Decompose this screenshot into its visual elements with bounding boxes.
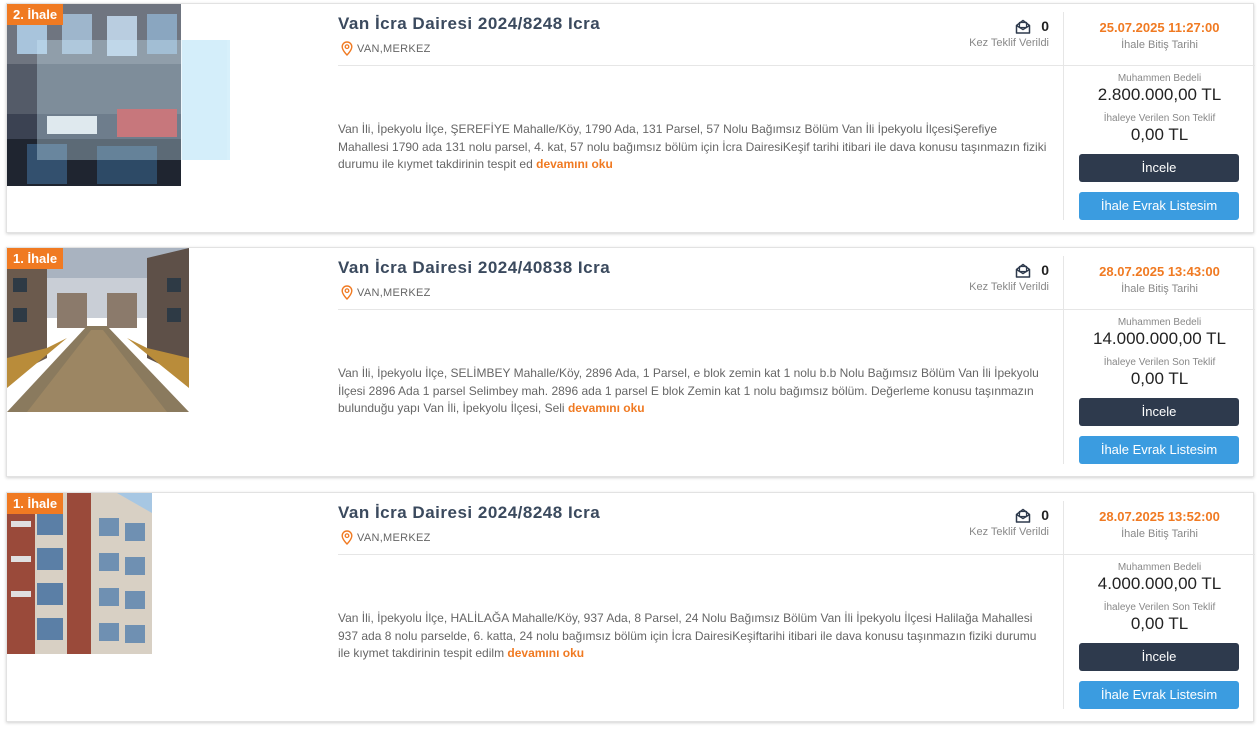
location-pin-icon	[341, 285, 353, 300]
listing-location: VAN,MERKEZ	[340, 41, 431, 56]
offer-count: 0	[1041, 262, 1049, 278]
last-offer-value: 0,00 TL	[1130, 614, 1189, 633]
estimated-value-label: Muhammen Bedeli	[1117, 73, 1202, 84]
listing-description: Van İli, İpekyolu İlçe, SELİMBEY Mahalle…	[338, 365, 1050, 418]
description-text: Van İli, İpekyolu İlçe, SELİMBEY Mahalle…	[338, 366, 1039, 415]
auction-end-date: 25.07.2025 11:27:00	[1099, 20, 1220, 35]
estimated-value: 4.000.000,00 TL	[1097, 574, 1222, 593]
auction-round-badge: 2. İhale	[7, 4, 64, 25]
offer-count-label: Kez Teklif Verildi	[969, 37, 1049, 49]
listing-card: 1. İhale Van İcra Dairesi 2024/8248 Icra…	[6, 492, 1255, 722]
estimated-value-label: Muhammen Bedeli	[1117, 562, 1202, 573]
read-more-link[interactable]: devamını oku	[507, 646, 584, 660]
location-text: VAN,MERKEZ	[357, 42, 431, 55]
last-offer-label: İhaleye Verilen Son Teklif	[1103, 602, 1216, 613]
location-pin-icon	[341, 41, 353, 56]
read-more-link[interactable]: devamını oku	[536, 157, 613, 171]
listing-location: VAN,MERKEZ	[340, 530, 431, 545]
listing-photo[interactable]: 1. İhale	[7, 248, 189, 412]
location-text: VAN,MERKEZ	[357, 531, 431, 544]
listing-photo[interactable]: 1. İhale	[7, 493, 152, 654]
offer-counter: 0 Kez Teklif Verildi	[947, 18, 1049, 49]
auction-end-date-label: İhale Bitiş Tarihi	[1121, 39, 1198, 51]
inspect-button[interactable]: İncele	[1079, 154, 1239, 182]
divider	[338, 309, 1063, 310]
auction-documents-button[interactable]: İhale Evrak Listesim	[1079, 681, 1239, 709]
divider	[1064, 554, 1255, 555]
auction-end-date-label: İhale Bitiş Tarihi	[1121, 528, 1198, 540]
estimated-value: 14.000.000,00 TL	[1093, 329, 1226, 348]
listing-card: 1. İhale Van İcra Dairesi 2024/40838 Icr…	[6, 247, 1255, 477]
offer-counter: 0 Kez Teklif Verildi	[947, 262, 1049, 293]
auction-end-date: 28.07.2025 13:52:00	[1099, 509, 1220, 524]
listing-location: VAN,MERKEZ	[340, 285, 431, 300]
listing-title[interactable]: Van İcra Dairesi 2024/8248 Icra	[338, 503, 600, 523]
inspect-button[interactable]: İncele	[1079, 643, 1239, 671]
last-offer-label: İhaleye Verilen Son Teklif	[1103, 113, 1216, 124]
building-photo	[7, 4, 230, 186]
offer-count-label: Kez Teklif Verildi	[969, 526, 1049, 538]
last-offer-value: 0,00 TL	[1130, 125, 1189, 144]
listing-description: Van İli, İpekyolu İlçe, HALİLAĞA Mahalle…	[338, 610, 1050, 663]
offer-count: 0	[1041, 507, 1049, 523]
offer-counter: 0 Kez Teklif Verildi	[947, 507, 1049, 538]
listing-title[interactable]: Van İcra Dairesi 2024/8248 Icra	[338, 14, 600, 34]
location-pin-icon	[341, 530, 353, 545]
listing-title[interactable]: Van İcra Dairesi 2024/40838 Icra	[338, 258, 610, 278]
offer-count: 0	[1041, 18, 1049, 34]
divider	[338, 65, 1063, 66]
auction-end-date: 28.07.2025 13:43:00	[1099, 264, 1220, 279]
auction-documents-button[interactable]: İhale Evrak Listesim	[1079, 192, 1239, 220]
location-text: VAN,MERKEZ	[357, 286, 431, 299]
read-more-link[interactable]: devamını oku	[568, 401, 645, 415]
listing-photo[interactable]: 2. İhale	[7, 4, 231, 186]
offer-count-label: Kez Teklif Verildi	[969, 281, 1049, 293]
divider	[338, 554, 1063, 555]
street-photo	[7, 248, 189, 412]
estimated-value: 2.800.000,00 TL	[1097, 85, 1222, 104]
estimated-value-label: Muhammen Bedeli	[1117, 317, 1202, 328]
auction-round-badge: 1. İhale	[7, 248, 64, 269]
listing-card: 2. İhale Van İcra Dairesi 2024/8248 Icra…	[6, 3, 1255, 233]
divider	[1064, 309, 1255, 310]
auction-documents-button[interactable]: İhale Evrak Listesim	[1079, 436, 1239, 464]
auction-round-badge: 1. İhale	[7, 493, 64, 514]
inspect-button[interactable]: İncele	[1079, 398, 1239, 426]
envelope-icon	[1015, 19, 1031, 34]
divider	[1064, 65, 1255, 66]
envelope-icon	[1015, 508, 1031, 523]
listing-description: Van İli, İpekyolu İlçe, ŞEREFİYE Mahalle…	[338, 121, 1050, 174]
last-offer-value: 0,00 TL	[1130, 369, 1189, 388]
description-text: Van İli, İpekyolu İlçe, ŞEREFİYE Mahalle…	[338, 122, 1047, 171]
apartment-photo	[7, 493, 152, 654]
envelope-icon	[1015, 263, 1031, 278]
last-offer-label: İhaleye Verilen Son Teklif	[1103, 357, 1216, 368]
description-text: Van İli, İpekyolu İlçe, HALİLAĞA Mahalle…	[338, 611, 1037, 660]
auction-end-date-label: İhale Bitiş Tarihi	[1121, 283, 1198, 295]
